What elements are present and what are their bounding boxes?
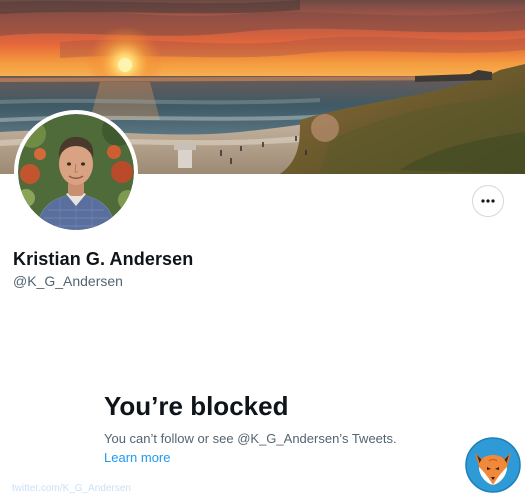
learn-more-link[interactable]: Learn more xyxy=(104,450,170,465)
fox-logo-icon xyxy=(465,437,521,493)
fox-logo xyxy=(465,437,521,493)
more-horizontal-icon xyxy=(481,199,495,203)
more-options-button[interactable] xyxy=(472,185,504,217)
profile-handle: @K_G_Andersen xyxy=(13,273,123,289)
blocked-message: You can’t follow or see @K_G_Andersen’s … xyxy=(104,431,397,446)
profile-page: Kristian G. Andersen @K_G_Andersen You’r… xyxy=(0,0,525,499)
blocked-heading: You’re blocked xyxy=(104,391,289,421)
profile-display-name: Kristian G. Andersen xyxy=(13,249,194,269)
avatar[interactable] xyxy=(14,110,138,234)
profile-photo xyxy=(18,114,134,230)
watermark-text: twitter.com/K_G_Andersen xyxy=(12,483,131,494)
